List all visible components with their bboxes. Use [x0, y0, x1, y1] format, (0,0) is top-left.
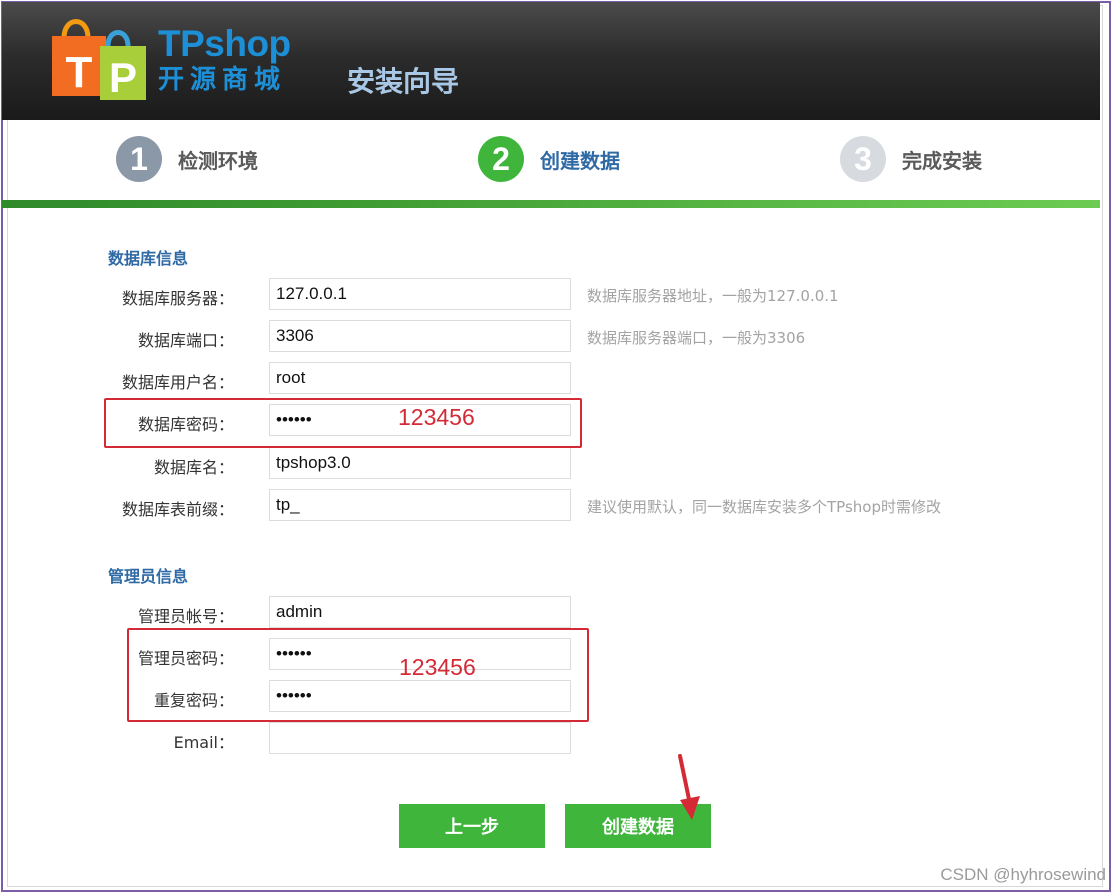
db-user-input[interactable] — [269, 362, 571, 394]
step-label: 完成安装 — [902, 148, 982, 173]
install-steps: 1 检测环境 2 创建数据 3 完成安装 — [2, 120, 1100, 204]
header: T P TPshop 开源商城 安装向导 — [2, 2, 1100, 120]
admin-password-annotation: 123456 — [399, 654, 476, 680]
admin-section-title: 管理员信息 — [108, 567, 189, 586]
admin-password-highlight-box — [127, 628, 589, 722]
db-section-title: 数据库信息 — [108, 249, 189, 268]
db-name-label: 数据库名： — [153, 458, 234, 477]
db-port-row: 数据库端口： 数据库服务器端口，一般为3306 — [0, 320, 1100, 354]
logo-letter-p: P — [109, 54, 137, 101]
db-prefix-label: 数据库表前缀： — [121, 500, 234, 519]
step-number: 2 — [478, 136, 524, 182]
db-password-highlight-box — [104, 398, 582, 448]
db-prefix-row: 数据库表前缀： 建议使用默认，同一数据库安装多个TPshop时需修改 — [0, 489, 1100, 523]
db-server-input[interactable] — [269, 278, 571, 310]
db-name-input[interactable] — [269, 447, 571, 479]
admin-email-label: Email： — [173, 733, 234, 752]
step-finish-install: 3 完成安装 — [840, 136, 982, 182]
watermark: CSDN @hyhrosewind — [940, 865, 1106, 884]
pointer-arrow-icon — [678, 754, 700, 820]
logo-letter-t: T — [66, 48, 93, 97]
db-user-label: 数据库用户名： — [121, 373, 234, 392]
tpshop-logo: T P — [52, 19, 146, 101]
db-server-row: 数据库服务器： 数据库服务器地址，一般为127.0.0.1 — [0, 278, 1100, 312]
step-number: 3 — [840, 136, 886, 182]
brand-name: TPshop 开源商城 — [158, 24, 291, 96]
step-number: 1 — [116, 136, 162, 182]
admin-email-row: Email： — [0, 722, 1100, 756]
admin-account-row: 管理员帐号： — [0, 596, 1100, 630]
admin-email-input[interactable] — [269, 722, 571, 754]
db-port-label: 数据库端口： — [137, 331, 234, 350]
step-check-environment: 1 检测环境 — [116, 136, 258, 182]
db-user-row: 数据库用户名： — [0, 362, 1100, 396]
db-server-hint: 数据库服务器地址，一般为127.0.0.1 — [587, 287, 839, 305]
brand-name-en: TPshop — [158, 23, 291, 64]
brand-name-cn: 开源商城 — [158, 65, 287, 95]
step-create-data: 2 创建数据 — [478, 136, 620, 182]
step-label: 检测环境 — [178, 148, 258, 173]
db-password-annotation: 123456 — [398, 404, 475, 430]
db-prefix-hint: 建议使用默认，同一数据库安装多个TPshop时需修改 — [587, 498, 941, 516]
db-prefix-input[interactable] — [269, 489, 571, 521]
db-port-input[interactable] — [269, 320, 571, 352]
admin-account-input[interactable] — [269, 596, 571, 628]
step-label: 创建数据 — [540, 148, 620, 173]
db-name-row: 数据库名： — [0, 447, 1100, 481]
admin-account-label: 管理员帐号： — [137, 607, 234, 626]
db-port-hint: 数据库服务器端口，一般为3306 — [587, 329, 806, 347]
page-title: 安装向导 — [347, 65, 460, 98]
step-progress-bar — [2, 200, 1100, 208]
prev-step-button[interactable]: 上一步 — [399, 804, 545, 848]
db-server-label: 数据库服务器： — [121, 289, 234, 308]
